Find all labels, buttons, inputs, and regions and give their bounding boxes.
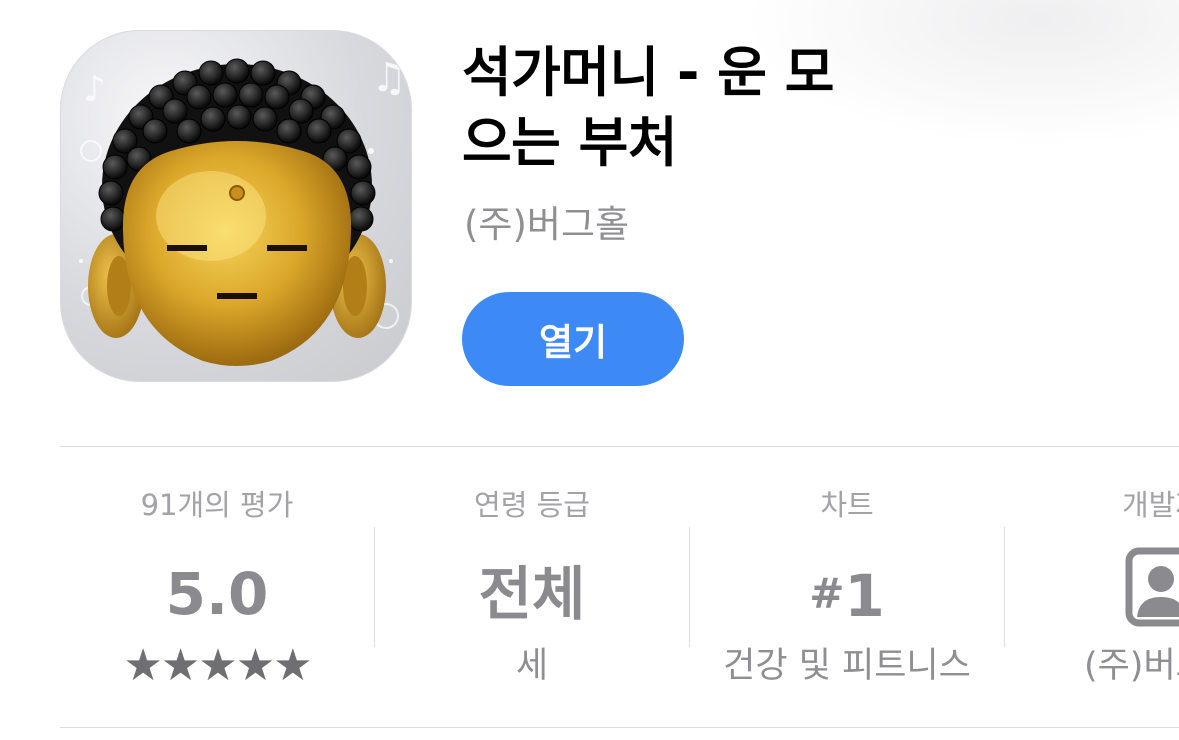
age-rating-unit: 세 [515,646,549,686]
divider-bottom [60,727,1179,728]
age-rating-cell[interactable]: 연령 등급 전체 세 [375,447,689,727]
info-strip[interactable]: 91개의 평가 5.0 ★★★★★ 연령 등급 전체 세 차트 #1 건강 및 … [60,447,1179,727]
chart-rank-hash: # [809,569,845,618]
buddha-head-icon: ♫ ♪ [60,30,412,382]
person-square-icon [1125,547,1179,627]
app-store-page: ♫ ♪ 석가머니 - 운 모으는 부처 (주)버그홀 열기 91개의 평가 5.… [0,0,1179,740]
star-rating-icons: ★★★★★ [123,640,312,691]
chart-rank: #1 [690,559,1004,631]
ratings-label: 91개의 평가 [140,488,294,522]
rating-value: 5.0 [165,560,269,628]
age-rating-label: 연령 등급 [474,488,590,522]
chart-cell[interactable]: 차트 #1 건강 및 피트니스 [690,447,1004,727]
app-title: 석가머니 - 운 모으는 부처 [462,41,834,174]
developer-label: 개발자 [1121,488,1179,522]
chart-rank-number: 1 [844,562,885,630]
chart-label: 차트 [820,488,874,522]
developer-link[interactable]: (주)버그홀 [464,200,629,250]
svg-text:♫: ♫ [371,55,407,101]
age-rating-value: 전체 [478,560,586,628]
developer-name: (주)버그홀 [1083,646,1179,686]
ratings-cell[interactable]: 91개의 평가 5.0 ★★★★★ [60,447,374,727]
open-button[interactable]: 열기 [462,292,684,386]
chart-category: 건강 및 피트니스 [723,646,971,686]
svg-text:♪: ♪ [83,69,106,110]
developer-cell[interactable]: 개발자 (주)버그홀 [1005,447,1179,727]
